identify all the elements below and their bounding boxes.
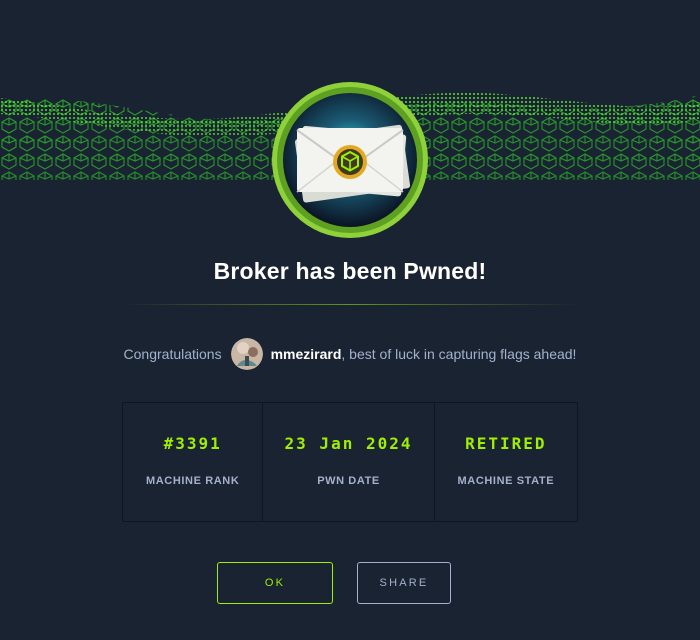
machine-rank-value: #3391: [163, 434, 222, 453]
pwn-stats-panel: #3391 MACHINE RANK 23 Jan 2024 PWN DATE …: [122, 402, 578, 522]
pwn-date-value: 23 Jan 2024: [284, 434, 413, 453]
pwn-date-label: PWN DATE: [317, 475, 380, 487]
username-link[interactable]: mmezirard: [271, 346, 342, 362]
machine-rank-label: MACHINE RANK: [146, 475, 240, 487]
congratulations-message: Congratulations mmezirard , best of luck…: [0, 338, 700, 370]
stat-machine-state: RETIRED MACHINE STATE: [435, 403, 577, 521]
stat-pwn-date: 23 Jan 2024 PWN DATE: [263, 403, 435, 521]
congrats-prefix: Congratulations: [123, 346, 222, 362]
congrats-suffix: , best of luck in capturing flags ahead!: [341, 346, 577, 362]
machine-state-value: RETIRED: [465, 434, 547, 453]
user-avatar[interactable]: [230, 338, 263, 370]
title-divider: [122, 304, 578, 305]
share-button[interactable]: SHARE: [357, 562, 451, 604]
ok-button[interactable]: OK: [217, 562, 333, 604]
pwned-title: Broker has been Pwned!: [213, 258, 487, 284]
stat-machine-rank: #3391 MACHINE RANK: [123, 403, 264, 521]
machine-state-label: MACHINE STATE: [457, 475, 555, 487]
machine-avatar-icon: [272, 82, 428, 238]
